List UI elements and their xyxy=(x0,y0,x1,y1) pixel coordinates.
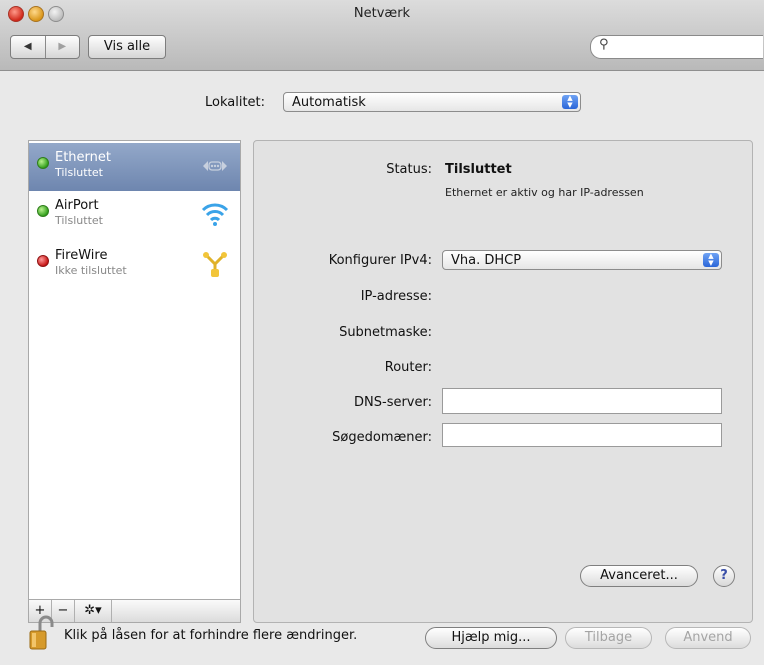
service-status: Ikke tilsluttet xyxy=(55,264,127,277)
firewire-icon xyxy=(203,252,227,277)
location-label: Lokalitet: xyxy=(205,95,266,110)
popup-arrows-icon: ▲ ▼ xyxy=(703,253,719,267)
search-domains-field[interactable] xyxy=(442,423,722,447)
service-item-ethernet[interactable]: Ethernet Tilsluttet xyxy=(29,143,240,191)
configure-ipv4-label: Konfigurer IPv4: xyxy=(328,253,432,268)
service-status: Tilsluttet xyxy=(55,166,103,179)
service-list-toolbar: + − ✲▾ xyxy=(28,599,241,623)
status-value: Tilsluttet xyxy=(445,162,512,177)
service-status: Tilsluttet xyxy=(55,214,103,227)
forward-button[interactable]: ▶ xyxy=(46,36,80,58)
back-button[interactable]: ◀ xyxy=(11,36,46,58)
search-icon: ⚲ xyxy=(599,37,609,52)
status-dot-red xyxy=(37,255,49,267)
lock-icon[interactable] xyxy=(28,615,54,651)
configure-ipv4-popup[interactable]: Vha. DHCP ▲ ▼ xyxy=(442,250,722,270)
lock-message: Klik på låsen for at forhindre flere ænd… xyxy=(64,628,358,643)
back-forward-control: ◀ ▶ xyxy=(10,35,80,59)
assist-me-button[interactable]: Hjælp mig... xyxy=(425,627,557,649)
dns-server-label: DNS-server: xyxy=(354,395,432,410)
wifi-icon xyxy=(201,203,229,226)
help-button[interactable]: ? xyxy=(713,565,735,587)
detail-panel xyxy=(253,140,753,623)
ip-address-label: IP-adresse: xyxy=(360,289,432,304)
location-popup[interactable]: Automatisk ▲ ▼ xyxy=(283,92,581,112)
search-domains-label: Søgedomæner: xyxy=(332,430,432,445)
router-label: Router: xyxy=(384,360,432,375)
gear-icon[interactable]: ✲▾ xyxy=(75,600,112,622)
service-name: Ethernet xyxy=(55,150,111,165)
apply-button[interactable]: Anvend xyxy=(665,627,751,649)
remove-service-button[interactable]: − xyxy=(52,600,75,622)
service-name: AirPort xyxy=(55,198,99,213)
service-item-firewire[interactable]: FireWire Ikke tilsluttet xyxy=(29,241,240,289)
status-dot-green xyxy=(37,157,49,169)
status-description: Ethernet er aktiv og har IP-adressen xyxy=(445,186,644,199)
title-bar: Netværk ◀ ▶ Vis alle ⚲ xyxy=(0,0,764,71)
configure-ipv4-value: Vha. DHCP xyxy=(451,253,522,268)
location-value: Automatisk xyxy=(292,95,366,110)
service-name: FireWire xyxy=(55,248,108,263)
window-title: Netværk xyxy=(353,6,411,21)
subnet-mask-label: Subnetmaske: xyxy=(339,325,432,340)
network-preferences-window: Netværk ◀ ▶ Vis alle ⚲ Lokalitet: Automa… xyxy=(0,0,764,665)
service-list: Ethernet Tilsluttet AirPort Tilsluttet F… xyxy=(28,140,241,622)
status-dot-green xyxy=(37,205,49,217)
show-all-button[interactable]: Vis alle xyxy=(88,35,166,59)
service-item-airport[interactable]: AirPort Tilsluttet xyxy=(29,191,240,239)
search-field[interactable]: ⚲ xyxy=(590,35,763,59)
advanced-button[interactable]: Avanceret... xyxy=(580,565,698,587)
status-label: Status: xyxy=(386,162,432,177)
revert-button[interactable]: Tilbage xyxy=(565,627,652,649)
dns-server-field[interactable] xyxy=(442,388,722,414)
ethernet-icon xyxy=(203,161,227,171)
popup-arrows-icon: ▲ ▼ xyxy=(562,95,578,109)
